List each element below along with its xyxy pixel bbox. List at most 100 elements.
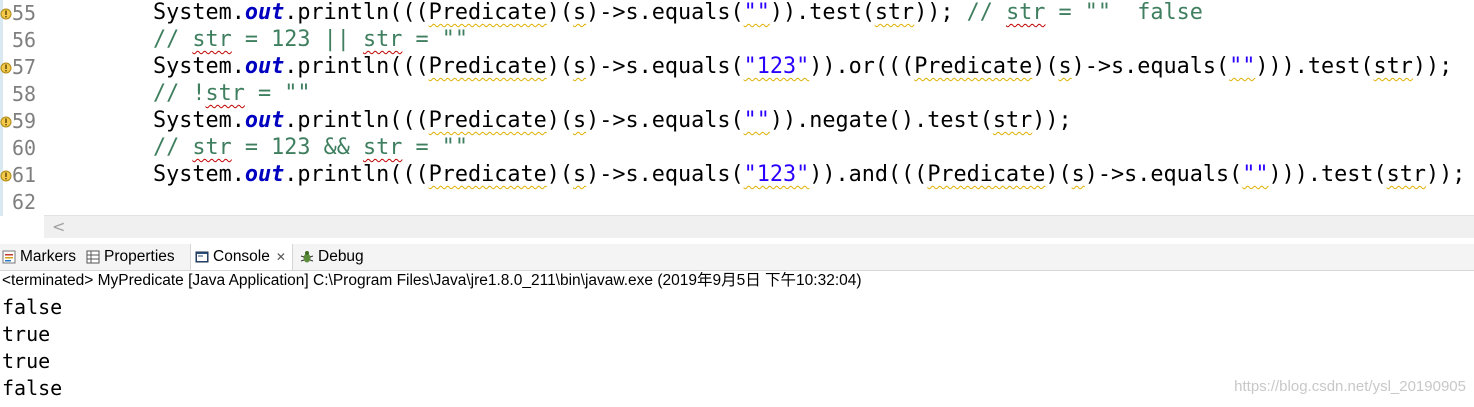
- code-token: ));: [914, 0, 954, 25]
- code-token: s: [1071, 162, 1085, 187]
- code-token: )(: [1045, 162, 1072, 187]
- warning-icon[interactable]: [0, 8, 12, 20]
- line-61-gutter: 61: [0, 162, 44, 189]
- code-token: = "": [402, 27, 468, 52]
- tab-label: Markers: [20, 248, 76, 265]
- code-token: out: [244, 108, 285, 133]
- tab-properties[interactable]: Properties: [86, 244, 175, 270]
- line-number: 62: [12, 190, 37, 214]
- tab-console[interactable]: Console ✕: [190, 244, 293, 270]
- line-58-gutter: 58: [0, 81, 44, 108]
- code-token: ))).test(: [1255, 54, 1374, 79]
- line-57-gutter: 57: [0, 54, 44, 81]
- code-token: )(: [1032, 54, 1059, 79]
- horizontal-scrollbar[interactable]: <: [44, 215, 1474, 238]
- code-token: ));: [1412, 54, 1453, 79]
- code-token: )(: [546, 162, 573, 187]
- code-token: .println(((: [284, 0, 429, 25]
- code-token: System.: [153, 54, 245, 79]
- code-token: str: [192, 135, 232, 160]
- code-token: "": [1229, 54, 1256, 79]
- code-editor[interactable]: 55 56 57 58 59 60 61 62 System.out.print…: [0, 0, 1474, 238]
- tab-debug[interactable]: Debug: [300, 244, 364, 270]
- code-line-61[interactable]: System.out.println(((Predicate)(s)->s.eq…: [153, 162, 1465, 189]
- line-55-gutter: 55: [0, 0, 44, 27]
- code-line-56[interactable]: // str = 123 || str = "": [153, 27, 468, 54]
- code-token: ));: [1426, 162, 1466, 187]
- code-token: str: [1006, 0, 1046, 25]
- line-59-gutter: 59: [0, 108, 44, 135]
- code-token: str: [1373, 54, 1413, 79]
- line-number: 55: [12, 1, 37, 25]
- console-output-line: true: [2, 349, 51, 373]
- console-icon: [195, 250, 209, 264]
- code-token: "": [1242, 162, 1269, 187]
- code-token: )).or(((: [809, 54, 915, 79]
- line-62-gutter: 62: [0, 189, 44, 216]
- code-token: )->s.equals(: [1071, 54, 1230, 79]
- console-status: <terminated> MyPredicate [Java Applicati…: [2, 272, 862, 289]
- code-token: s: [572, 0, 587, 25]
- code-line-55[interactable]: System.out.println(((Predicate)(s)->s.eq…: [153, 0, 1203, 27]
- line-60-gutter: 60: [0, 135, 44, 162]
- code-token: str: [362, 27, 403, 52]
- line-number: 58: [12, 82, 37, 106]
- code-line-60[interactable]: // str = 123 && str = "": [153, 135, 468, 162]
- line-number: 60: [12, 136, 37, 160]
- code-token: )->s.equals(: [1084, 162, 1243, 187]
- code-token: str: [205, 81, 245, 106]
- code-line-57[interactable]: System.out.println(((Predicate)(s)->s.eq…: [153, 54, 1452, 81]
- debug-icon: [300, 250, 314, 264]
- code-token: System.: [153, 162, 245, 187]
- code-token: //: [953, 0, 1007, 25]
- code-token: "": [743, 108, 770, 133]
- code-token: "123": [743, 162, 810, 187]
- code-token: )->s.equals(: [586, 54, 744, 79]
- code-token: .println(((: [284, 108, 429, 133]
- warning-icon[interactable]: [0, 170, 12, 182]
- console-output-line: false: [2, 376, 63, 400]
- line-number: 61: [12, 163, 37, 187]
- code-token: = 123 &&: [231, 135, 363, 160]
- close-icon[interactable]: ✕: [276, 250, 286, 264]
- console-output[interactable]: false true true false: [2, 294, 62, 402]
- console-output-line: false: [2, 295, 63, 319]
- markers-icon: [2, 250, 16, 264]
- code-token: "": [743, 0, 770, 25]
- warning-icon[interactable]: [0, 62, 12, 74]
- code-line-59[interactable]: System.out.println(((Predicate)(s)->s.eq…: [153, 108, 1072, 135]
- code-token: s: [1058, 54, 1072, 79]
- code-token: )(: [546, 54, 573, 79]
- code-token: out: [244, 0, 285, 25]
- code-token: System.: [153, 108, 245, 133]
- code-token: str: [992, 108, 1033, 133]
- code-token: //: [153, 27, 193, 52]
- code-token: )->s.equals(: [586, 0, 744, 25]
- code-token: s: [572, 162, 587, 187]
- code-token: )).test(: [769, 0, 875, 25]
- scroll-left-icon[interactable]: <: [52, 217, 65, 236]
- code-token: ))).test(: [1268, 162, 1387, 187]
- code-token: out: [244, 162, 285, 187]
- code-token: ));: [1032, 108, 1072, 133]
- code-token: str: [192, 27, 232, 52]
- code-line-58[interactable]: // !str = "": [153, 81, 311, 108]
- code-token: = "": [244, 81, 311, 106]
- code-token: )).and(((: [809, 162, 928, 187]
- warning-icon[interactable]: [0, 116, 12, 128]
- line-number-gutter: 55 56 57 58 59 60 61 62: [0, 0, 44, 216]
- tab-markers[interactable]: Markers: [2, 244, 76, 270]
- code-token: = "" false: [1045, 0, 1203, 25]
- code-token: Predicate: [428, 162, 547, 187]
- code-token: .println(((: [284, 162, 429, 187]
- code-token: )(: [546, 108, 573, 133]
- code-token: )->s.equals(: [586, 108, 744, 133]
- tab-label: Properties: [104, 248, 175, 265]
- code-token: Predicate: [428, 108, 547, 133]
- code-token: Predicate: [914, 54, 1033, 79]
- code-token: .println(((: [284, 54, 429, 79]
- code-token: Predicate: [927, 162, 1046, 187]
- watermark: https://blog.csdn.net/ysl_20190905: [1234, 378, 1466, 395]
- code-token: str: [874, 0, 915, 25]
- code-token: s: [572, 54, 587, 79]
